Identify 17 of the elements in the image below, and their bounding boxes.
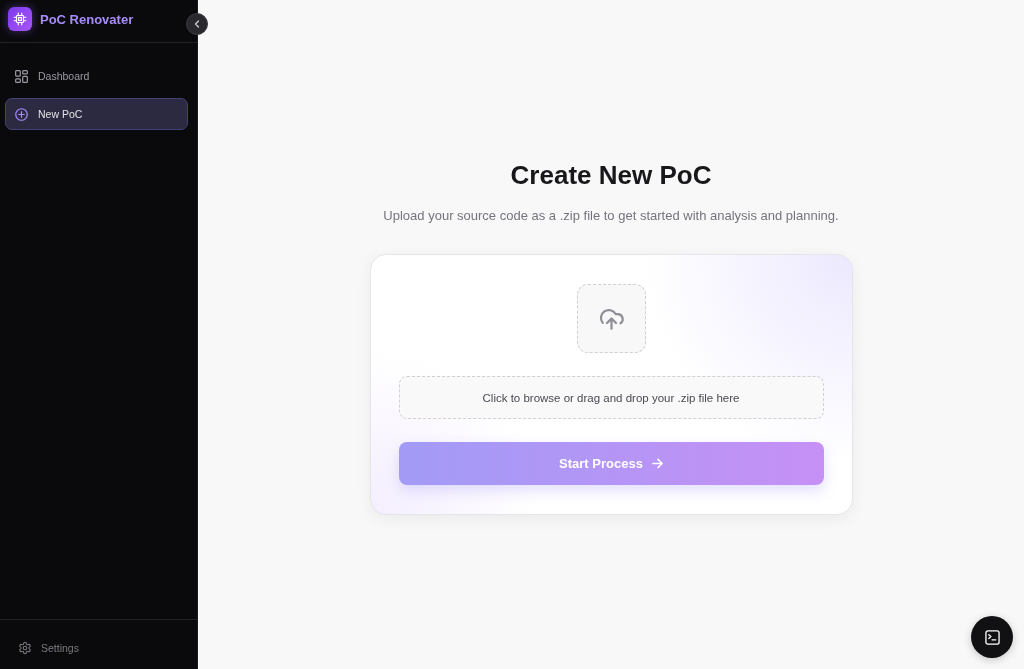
chip-logo-icon — [8, 7, 32, 31]
page-title: Create New PoC — [510, 159, 712, 192]
settings-icon — [18, 640, 32, 655]
collapse-button[interactable] — [186, 13, 208, 35]
chevron-left-icon — [194, 20, 200, 28]
arrow-right-icon — [651, 458, 663, 469]
settings-link[interactable]: Settings — [8, 631, 80, 664]
nav-item[interactable]: New PoC — [5, 98, 188, 130]
terminal-button[interactable] — [971, 616, 1013, 658]
cloud-upload-icon — [576, 284, 646, 353]
grid-icon — [15, 69, 28, 83]
dropzone[interactable]: Click to browse or drag and drop your .zip file here — [398, 376, 824, 419]
app-title: PoC Renovater — [40, 11, 134, 27]
page-subtitle: Upload your source code as a .zip file to get started with analysis and planning. — [383, 208, 839, 224]
nav-item[interactable]: Dashboard — [5, 60, 188, 92]
terminal-icon — [984, 629, 1000, 645]
plus-circle-icon — [15, 107, 28, 121]
